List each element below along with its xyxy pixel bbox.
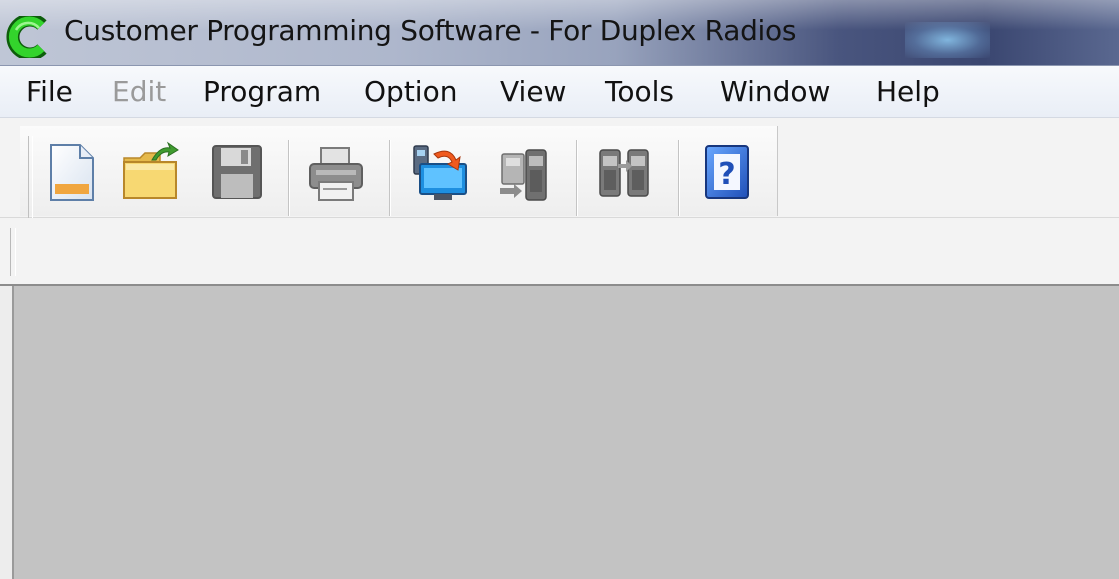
open-button[interactable] (118, 140, 186, 206)
menu-option[interactable]: Option (364, 75, 457, 108)
menu-help[interactable]: Help (876, 75, 940, 108)
help-button[interactable]: ? (693, 140, 761, 206)
toolbar-separator (678, 140, 680, 216)
toolbar-separator (288, 140, 290, 216)
toolbar-area: ? (0, 118, 1119, 220)
menu-program[interactable]: Program (203, 75, 321, 108)
save-button[interactable] (203, 140, 271, 206)
title-bar-glow (905, 22, 990, 58)
workspace-edge (12, 286, 14, 579)
menu-edit[interactable]: Edit (112, 75, 166, 108)
toolbar-separator (389, 140, 391, 216)
svg-text:?: ? (718, 157, 735, 192)
clone-radio-button[interactable] (592, 140, 660, 206)
toolbar-separator (576, 140, 578, 216)
window-title: Customer Programming Software - For Dupl… (64, 14, 797, 47)
title-bar[interactable]: Customer Programming Software - For Dupl… (0, 0, 1119, 66)
print-icon (309, 147, 363, 201)
save-icon (212, 145, 262, 199)
write-radio-button[interactable] (494, 140, 562, 206)
menu-file[interactable]: File (26, 75, 73, 108)
open-folder-icon (123, 141, 179, 199)
application-window: Customer Programming Software - For Dupl… (0, 0, 1119, 579)
menu-view[interactable]: View (500, 75, 566, 108)
main-toolbar: ? (20, 126, 778, 220)
new-file-icon (50, 144, 94, 201)
toolbar-grip[interactable] (28, 136, 33, 220)
help-icon: ? (705, 145, 749, 199)
menu-bar: File Edit Program Option View Tools Wind… (0, 66, 1119, 118)
secondary-toolbar-strip (0, 218, 1119, 286)
menu-tools[interactable]: Tools (605, 75, 674, 108)
read-radio-button[interactable] (404, 140, 472, 206)
write-to-radio-icon (500, 149, 547, 201)
print-button[interactable] (302, 140, 370, 206)
mdi-workspace[interactable] (0, 286, 1119, 579)
app-c-logo-icon[interactable] (6, 16, 50, 58)
strip-grip[interactable] (10, 228, 16, 276)
menu-window[interactable]: Window (720, 75, 830, 108)
clone-radio-icon (599, 149, 649, 197)
new-button[interactable] (38, 140, 106, 206)
read-from-radio-icon (413, 145, 467, 200)
